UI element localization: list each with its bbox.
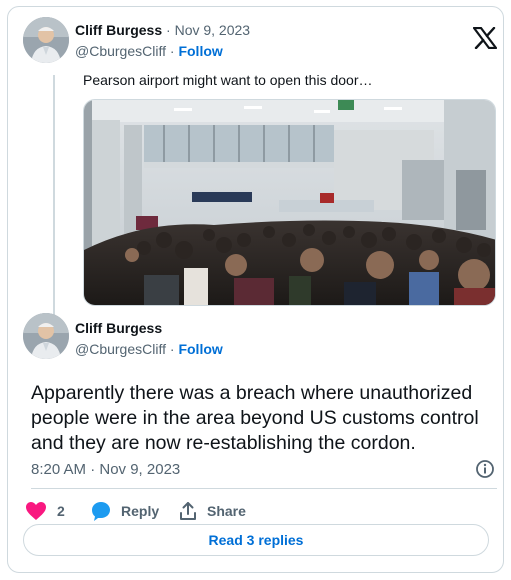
main-handle-line: @CburgesCliff · Follow (75, 340, 223, 358)
separator-dot: · (166, 22, 171, 38)
speech-bubble-icon (92, 502, 110, 521)
share-upload-icon (180, 502, 196, 520)
reply-button[interactable]: Reply (91, 500, 159, 522)
info-icon[interactable] (475, 459, 495, 479)
read-replies-button[interactable]: Read 3 replies (23, 524, 489, 556)
x-logo-icon[interactable] (472, 26, 498, 50)
share-label: Share (207, 503, 246, 519)
parent-author-line: Cliff Burgess · Nov 9, 2023 (75, 21, 250, 39)
reply-label: Reply (121, 503, 160, 519)
follow-button[interactable]: Follow (178, 341, 222, 357)
tweet-embed-card: Cliff Burgess · Nov 9, 2023 @CburgesClif… (7, 6, 504, 573)
author-name[interactable]: Cliff Burgess (75, 22, 162, 38)
tweet-timestamp[interactable]: 8:20 AM · Nov 9, 2023 (31, 461, 180, 478)
crowded-airport-photo[interactable] (83, 99, 496, 306)
separator-dot: · (169, 341, 175, 357)
main-author-line: Cliff Burgess (75, 319, 162, 337)
author-name[interactable]: Cliff Burgess (75, 320, 162, 336)
share-button[interactable]: Share (179, 500, 246, 522)
follow-button[interactable]: Follow (178, 43, 222, 59)
author-handle[interactable]: @CburgesCliff (75, 43, 166, 59)
heart-icon (26, 502, 46, 520)
like-count: 2 (57, 503, 65, 519)
avatar[interactable] (23, 17, 69, 63)
author-handle[interactable]: @CburgesCliff (75, 341, 166, 357)
thread-connector-line (53, 75, 55, 315)
avatar[interactable] (23, 313, 69, 359)
main-tweet-text: Apparently there was a breach where unau… (31, 382, 479, 454)
parent-handle-line: @CburgesCliff · Follow (75, 42, 223, 60)
separator-dot: · (169, 43, 175, 59)
parent-tweet-text: Pearson airport might want to open this … (83, 72, 373, 88)
like-button[interactable]: 2 (25, 500, 65, 522)
tweet-date[interactable]: Nov 9, 2023 (175, 22, 251, 38)
divider (31, 488, 497, 489)
